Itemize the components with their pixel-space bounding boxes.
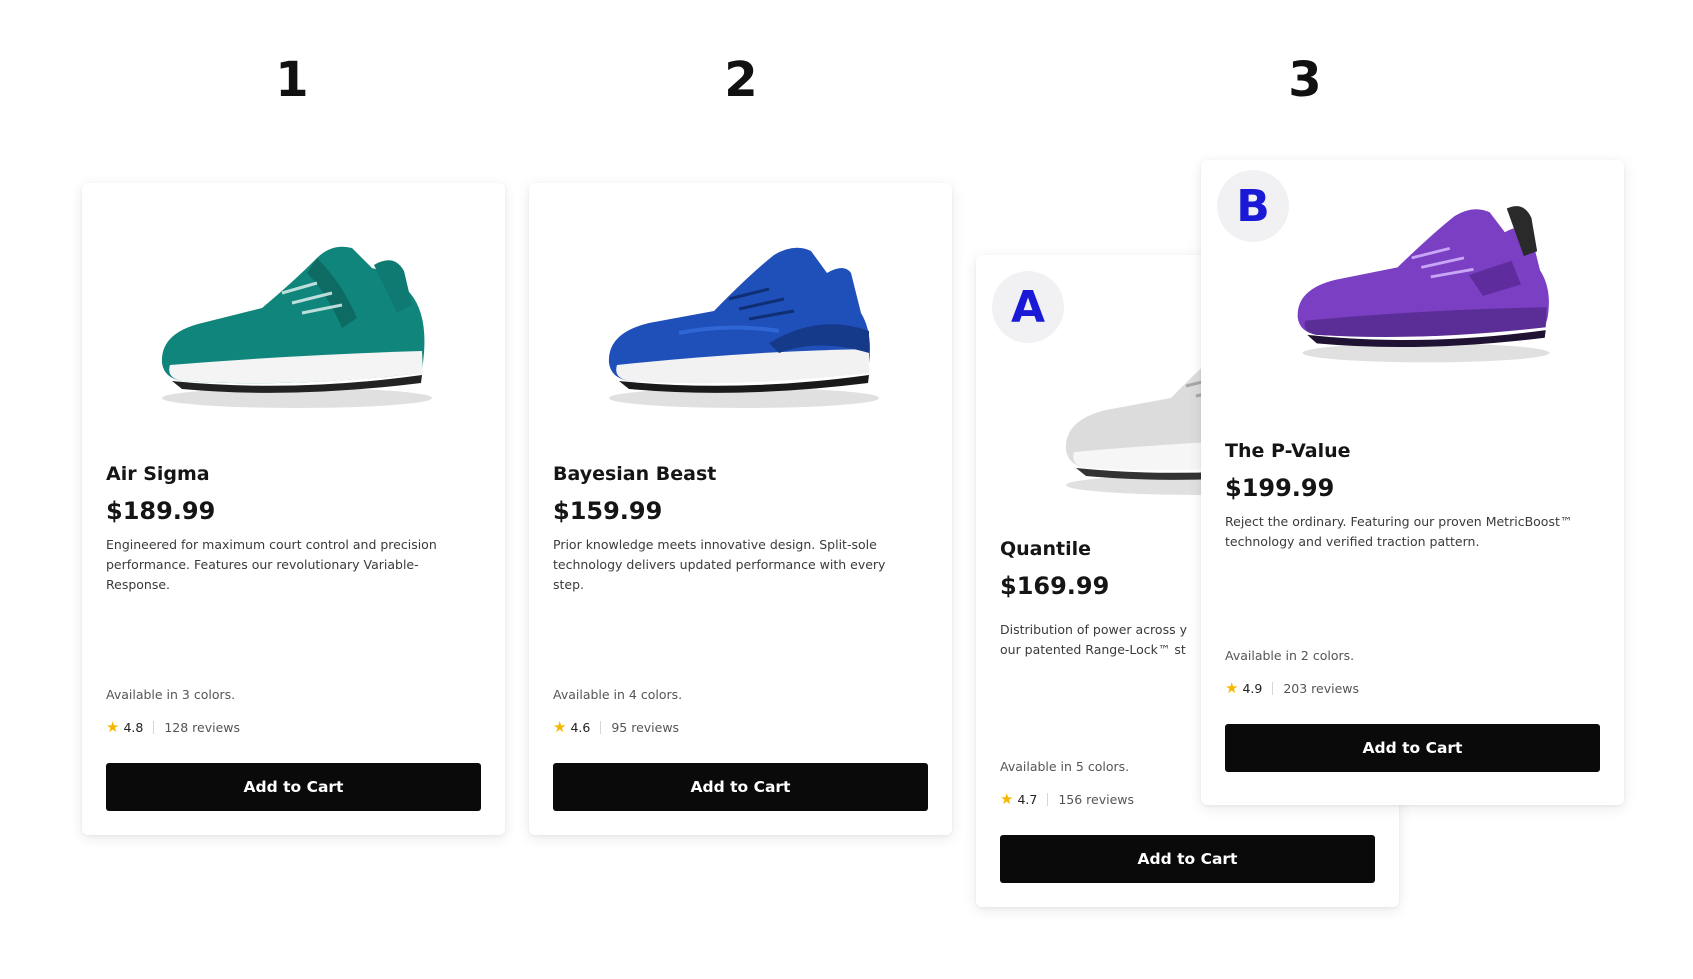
column-number-3: 3 bbox=[1288, 52, 1322, 108]
rating-row: ★ 4.9 203 reviews bbox=[1225, 679, 1359, 697]
divider bbox=[153, 720, 155, 734]
rating-value: 4.9 bbox=[1242, 680, 1263, 696]
add-to-cart-button[interactable]: Add to Cart bbox=[106, 763, 481, 811]
rating-value: 4.6 bbox=[570, 719, 591, 735]
product-price: $189.99 bbox=[106, 497, 216, 525]
available-colors: Available in 2 colors. bbox=[1225, 648, 1355, 663]
add-to-cart-button[interactable]: Add to Cart bbox=[553, 763, 928, 811]
review-count[interactable]: 128 reviews bbox=[164, 720, 240, 735]
product-card-air-sigma: Air Sigma $189.99 Engineered for maximum… bbox=[82, 183, 505, 835]
product-description: Reject the ordinary. Featuring our prove… bbox=[1225, 514, 1573, 549]
product-description: Prior knowledge meets innovative design.… bbox=[553, 537, 886, 592]
rating-value: 4.7 bbox=[1017, 791, 1038, 807]
star-icon: ★ bbox=[1000, 790, 1014, 808]
column-number-1: 1 bbox=[275, 52, 309, 108]
star-icon: ★ bbox=[1225, 679, 1239, 697]
star-icon: ★ bbox=[553, 718, 567, 736]
product-price: $199.99 bbox=[1225, 474, 1335, 502]
rating-row: ★ 4.8 128 reviews bbox=[106, 718, 240, 736]
column-number-2: 2 bbox=[724, 52, 758, 108]
available-colors: Available in 5 colors. bbox=[1000, 759, 1130, 774]
product-name[interactable]: Quantile bbox=[1000, 538, 1091, 560]
review-count[interactable]: 203 reviews bbox=[1283, 681, 1359, 696]
available-colors: Available in 3 colors. bbox=[106, 687, 236, 702]
purple-sneaker-icon bbox=[1276, 180, 1576, 370]
product-name[interactable]: Bayesian Beast bbox=[553, 463, 716, 485]
add-to-cart-button[interactable]: Add to Cart bbox=[1225, 724, 1600, 772]
star-icon: ★ bbox=[106, 718, 120, 736]
rating-value: 4.8 bbox=[123, 719, 144, 735]
review-count[interactable]: 156 reviews bbox=[1058, 792, 1134, 807]
available-colors: Available in 4 colors. bbox=[553, 687, 683, 702]
divider bbox=[600, 720, 602, 734]
teal-sneaker-icon bbox=[142, 213, 452, 413]
product-price: $159.99 bbox=[553, 497, 663, 525]
add-to-cart-button[interactable]: Add to Cart bbox=[1000, 835, 1375, 883]
review-count[interactable]: 95 reviews bbox=[611, 720, 679, 735]
product-card-bayesian-beast: Bayesian Beast $159.99 Prior knowledge m… bbox=[529, 183, 952, 835]
rating-row: ★ 4.6 95 reviews bbox=[553, 718, 679, 736]
rating-row: ★ 4.7 156 reviews bbox=[1000, 790, 1134, 808]
product-description: Engineered for maximum court control and… bbox=[106, 537, 437, 592]
badge-b: B bbox=[1217, 170, 1289, 242]
divider bbox=[1272, 681, 1274, 695]
product-name[interactable]: Air Sigma bbox=[106, 463, 210, 485]
divider bbox=[1047, 792, 1049, 806]
product-name[interactable]: The P-Value bbox=[1225, 440, 1351, 462]
product-card-the-p-value: B The P-Value $199.99 Reject the ordinar… bbox=[1201, 160, 1624, 805]
blue-sneaker-icon bbox=[589, 213, 899, 413]
badge-a: A bbox=[992, 271, 1064, 343]
product-price: $169.99 bbox=[1000, 572, 1110, 600]
